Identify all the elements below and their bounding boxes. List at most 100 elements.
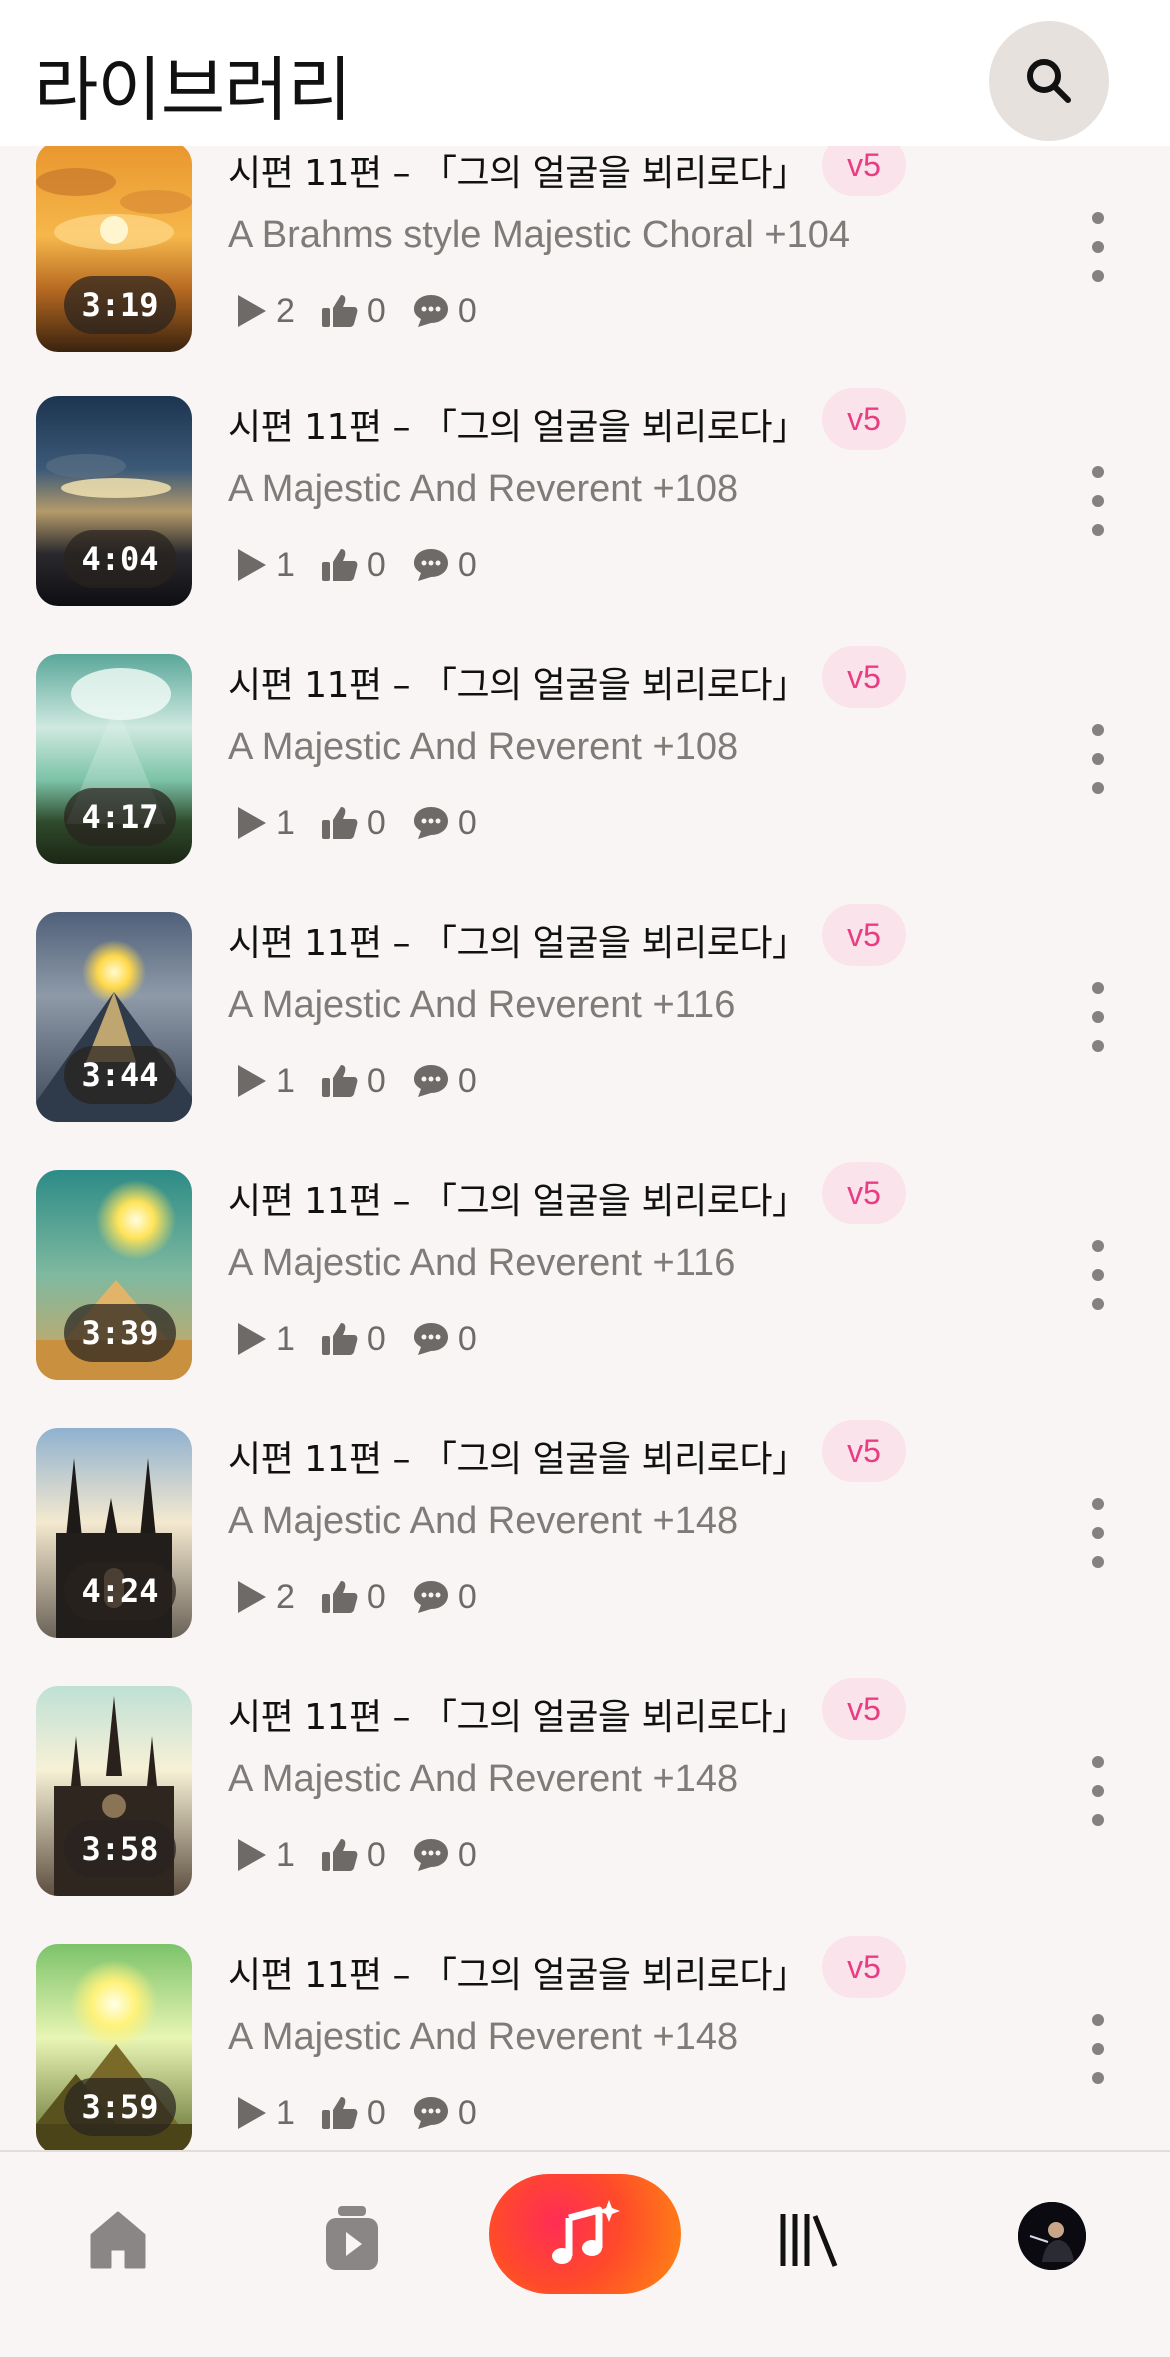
track-style: A Majestic And Reverent +108: [228, 726, 739, 768]
comments-stat[interactable]: 0: [412, 546, 477, 585]
more-options-button[interactable]: [1080, 982, 1116, 1052]
comments-stat[interactable]: 0: [412, 1836, 477, 1875]
track-style: A Majestic And Reverent +148: [228, 1758, 739, 1800]
nav-home[interactable]: [78, 2200, 158, 2280]
track-title[interactable]: 시편 11편 – 「그의 얼굴을 뵈리로다」: [228, 1946, 808, 1998]
plays-stat: 1: [234, 546, 295, 585]
track-stats: 1 0 0: [234, 1058, 503, 1104]
duration-label: 3:44: [64, 1046, 176, 1104]
comments-count: 0: [457, 2093, 477, 2132]
version-badge: v5: [822, 1936, 906, 1998]
comment-icon: [413, 807, 448, 839]
play-icon: [238, 1581, 266, 1613]
track-list[interactable]: 3:19 시편 11편 – 「그의 얼굴을 뵈리로다」 v5 A Brahms …: [0, 146, 1170, 2150]
duration-label: 3:19: [64, 276, 176, 334]
likes-count: 0: [366, 1577, 386, 1616]
search-button[interactable]: [989, 21, 1109, 141]
track-title[interactable]: 시편 11편 – 「그의 얼굴을 뵈리로다」: [228, 398, 808, 450]
likes-stat[interactable]: 0: [321, 1836, 386, 1875]
track-artwork[interactable]: 3:58: [36, 1686, 192, 1896]
duration-label: 3:39: [64, 1304, 176, 1362]
comments-count: 0: [457, 291, 477, 330]
track-row[interactable]: 4:17 시편 11편 – 「그의 얼굴을 뵈리로다」 v5 A Majesti…: [0, 646, 1170, 912]
track-row[interactable]: 3:59 시편 11편 – 「그의 얼굴을 뵈리로다」 v5 A Majesti…: [0, 1936, 1170, 2150]
profile-avatar[interactable]: [1018, 2202, 1086, 2270]
thumbs-up-icon: [321, 1323, 358, 1355]
search-icon: [1027, 59, 1071, 103]
track-artwork[interactable]: 4:24: [36, 1428, 192, 1638]
play-icon: [238, 807, 266, 839]
comments-stat[interactable]: 0: [412, 1578, 477, 1617]
plays-stat: 1: [234, 1836, 295, 1875]
comment-icon: [413, 1581, 448, 1613]
comment-icon: [413, 1839, 448, 1871]
likes-stat[interactable]: 0: [321, 1062, 386, 1101]
track-style: A Majestic And Reverent +116: [228, 1242, 736, 1284]
duration-label: 3:58: [64, 1820, 176, 1878]
likes-count: 0: [366, 803, 386, 842]
track-artwork[interactable]: 4:04: [36, 396, 192, 606]
duration-label: 4:04: [64, 530, 176, 588]
nav-feed[interactable]: [312, 2196, 392, 2280]
more-options-button[interactable]: [1080, 466, 1116, 536]
track-title[interactable]: 시편 11편 – 「그의 얼굴을 뵈리로다」: [228, 146, 808, 196]
play-icon: [238, 2097, 266, 2129]
more-options-button[interactable]: [1080, 212, 1116, 282]
thumbs-up-icon: [321, 1581, 358, 1613]
track-style: A Majestic And Reverent +148: [228, 2016, 739, 2058]
track-title[interactable]: 시편 11편 – 「그의 얼굴을 뵈리로다」: [228, 1688, 808, 1740]
likes-stat[interactable]: 0: [321, 804, 386, 843]
thumbs-up-icon: [321, 2097, 358, 2129]
track-artwork[interactable]: 3:44: [36, 912, 192, 1122]
track-title[interactable]: 시편 11편 – 「그의 얼굴을 뵈리로다」: [228, 1430, 808, 1482]
likes-stat[interactable]: 0: [321, 1320, 386, 1359]
comments-stat[interactable]: 0: [412, 1062, 477, 1101]
track-row[interactable]: 3:19 시편 11편 – 「그의 얼굴을 뵈리로다」 v5 A Brahms …: [0, 146, 1170, 400]
version-badge: v5: [822, 1420, 906, 1482]
thumbs-up-icon: [321, 1065, 358, 1097]
likes-stat[interactable]: 0: [321, 1578, 386, 1617]
track-row[interactable]: 4:24 시편 11편 – 「그의 얼굴을 뵈리로다」 v5 A Majesti…: [0, 1420, 1170, 1686]
more-options-button[interactable]: [1080, 1498, 1116, 1568]
track-stats: 1 0 0: [234, 800, 503, 846]
track-artwork[interactable]: 4:17: [36, 654, 192, 864]
more-options-button[interactable]: [1080, 1240, 1116, 1310]
library-screen: 라이브러리 3:19 시편 11편 – 「그의 얼굴을 뵈리로다」 v5 A B…: [0, 0, 1170, 2357]
version-badge: v5: [822, 1678, 906, 1740]
track-stats: 1 0 0: [234, 2090, 503, 2136]
likes-stat[interactable]: 0: [321, 292, 386, 331]
comment-icon: [413, 295, 448, 327]
track-title[interactable]: 시편 11편 – 「그의 얼굴을 뵈리로다」: [228, 1172, 808, 1224]
track-style: A Majestic And Reverent +148: [228, 1500, 739, 1542]
create-button[interactable]: [489, 2174, 681, 2294]
track-row[interactable]: 3:44 시편 11편 – 「그의 얼굴을 뵈리로다」 v5 A Majesti…: [0, 904, 1170, 1170]
plays-stat: 1: [234, 2094, 295, 2133]
track-stats: 1 0 0: [234, 1316, 503, 1362]
version-badge: v5: [822, 646, 906, 708]
likes-stat[interactable]: 0: [321, 2094, 386, 2133]
track-title[interactable]: 시편 11편 – 「그의 얼굴을 뵈리로다」: [228, 656, 808, 708]
likes-count: 0: [366, 1835, 386, 1874]
comments-stat[interactable]: 0: [412, 804, 477, 843]
comments-stat[interactable]: 0: [412, 292, 477, 331]
more-options-button[interactable]: [1080, 724, 1116, 794]
track-artwork[interactable]: 3:39: [36, 1170, 192, 1380]
track-row[interactable]: 3:39 시편 11편 – 「그의 얼굴을 뵈리로다」 v5 A Majesti…: [0, 1162, 1170, 1428]
track-title[interactable]: 시편 11편 – 「그의 얼굴을 뵈리로다」: [228, 914, 808, 966]
plays-count: 1: [276, 545, 295, 584]
more-options-button[interactable]: [1080, 2014, 1116, 2084]
track-row[interactable]: 4:04 시편 11편 – 「그의 얼굴을 뵈리로다」 v5 A Majesti…: [0, 388, 1170, 654]
plays-count: 1: [276, 1319, 295, 1358]
comments-stat[interactable]: 0: [412, 2094, 477, 2133]
track-artwork[interactable]: 3:19: [36, 146, 192, 352]
nav-library[interactable]: [768, 2200, 848, 2280]
track-artwork[interactable]: 3:59: [36, 1944, 192, 2150]
more-options-button[interactable]: [1080, 1756, 1116, 1826]
comments-stat[interactable]: 0: [412, 1320, 477, 1359]
comments-count: 0: [457, 1577, 477, 1616]
track-row[interactable]: 3:58 시편 11편 – 「그의 얼굴을 뵈리로다」 v5 A Majesti…: [0, 1678, 1170, 1944]
likes-stat[interactable]: 0: [321, 546, 386, 585]
comment-icon: [413, 2097, 448, 2129]
comments-count: 0: [457, 545, 477, 584]
thumbs-up-icon: [321, 1839, 358, 1871]
